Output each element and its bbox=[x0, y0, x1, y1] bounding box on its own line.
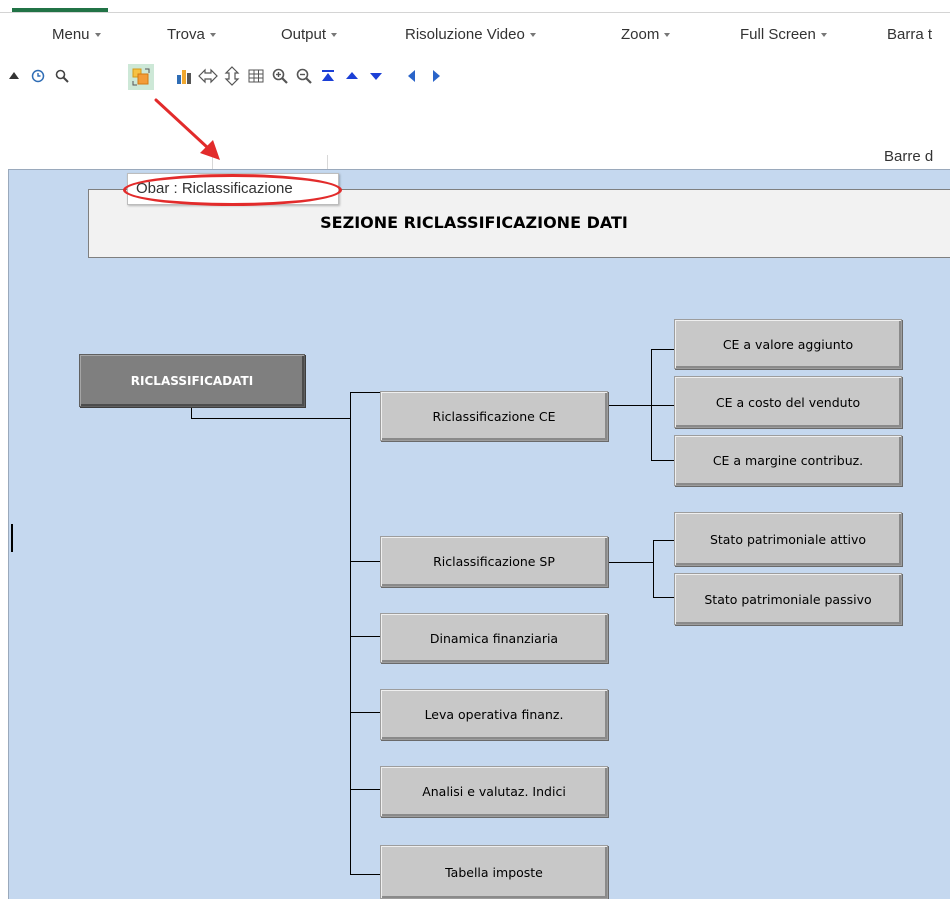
annotation-oval bbox=[123, 174, 342, 206]
connector-line bbox=[651, 405, 675, 406]
button-label: Riclassificazione SP bbox=[433, 554, 555, 569]
connector-line bbox=[350, 392, 351, 875]
ce-margine-contribuzione-button[interactable]: CE a margine contribuz. bbox=[674, 435, 902, 486]
button-label: RICLASSIFICADATI bbox=[130, 373, 254, 388]
button-label: CE a valore aggiunto bbox=[722, 336, 854, 352]
button-label: CE a costo del venduto bbox=[715, 394, 861, 410]
triangle-up-icon[interactable] bbox=[2, 64, 26, 88]
connector-line bbox=[608, 562, 654, 563]
connector-line bbox=[350, 561, 381, 562]
expand-horizontal-icon[interactable] bbox=[196, 64, 220, 88]
connector-line bbox=[350, 874, 381, 875]
section-title-text: SEZIONE RICLASSIFICAZIONE DATI bbox=[320, 213, 628, 232]
connector-line bbox=[350, 392, 381, 393]
arrow-down-icon[interactable] bbox=[364, 64, 388, 88]
button-label: Riclassificazione CE bbox=[432, 408, 556, 424]
connector-line bbox=[350, 789, 381, 790]
riclassifica-dati-button[interactable]: RICLASSIFICADATI bbox=[79, 354, 305, 407]
ribbon-group-label: Barre d bbox=[884, 148, 934, 165]
connector-line bbox=[350, 712, 381, 713]
worksheet-border bbox=[8, 169, 950, 170]
menu-dropdown-menu[interactable]: Menu bbox=[52, 26, 101, 43]
connector-line bbox=[191, 418, 351, 419]
magnifier-icon[interactable] bbox=[50, 64, 74, 88]
connector-line bbox=[653, 540, 675, 541]
button-label: Tabella imposte bbox=[445, 864, 543, 880]
ribbon-divider bbox=[0, 12, 950, 13]
button-label: Stato patrimoniale passivo bbox=[704, 591, 872, 607]
menu-label: Barra t bbox=[887, 26, 933, 43]
connector-line bbox=[651, 349, 675, 350]
menu-label: Full Screen bbox=[740, 26, 816, 43]
zoom-out-icon[interactable] bbox=[292, 64, 316, 88]
arrow-up-icon[interactable] bbox=[340, 64, 364, 88]
menu-dropdown-output[interactable]: Output bbox=[281, 26, 338, 43]
ribbon-separator bbox=[212, 155, 213, 169]
button-label: Dinamica finanziaria bbox=[429, 630, 559, 646]
sp-passivo-button[interactable]: Stato patrimoniale passivo bbox=[674, 573, 902, 625]
tabella-imposte-button[interactable]: Tabella imposte bbox=[380, 845, 608, 899]
chevron-down-icon bbox=[209, 33, 216, 38]
connector-line bbox=[350, 636, 381, 637]
leva-operativa-button[interactable]: Leva operativa finanz. bbox=[380, 689, 608, 740]
menu-label: Menu bbox=[52, 26, 90, 43]
chevron-down-icon bbox=[820, 33, 827, 38]
sp-attivo-button[interactable]: Stato patrimoniale attivo bbox=[674, 512, 902, 566]
arrow-right-icon[interactable] bbox=[424, 64, 448, 88]
ce-valore-aggiunto-button[interactable]: CE a valore aggiunto bbox=[674, 319, 902, 369]
zoom-in-icon[interactable] bbox=[268, 64, 292, 88]
connector-line bbox=[651, 460, 675, 461]
menu-label: Zoom bbox=[621, 26, 660, 43]
button-label: Stato patrimoniale attivo bbox=[709, 531, 867, 547]
button-label: Leva operativa finanz. bbox=[424, 707, 564, 722]
chevron-down-icon bbox=[664, 33, 671, 38]
arrow-left-icon[interactable] bbox=[400, 64, 424, 88]
menu-dropdown-risoluzione-video[interactable]: Risoluzione Video bbox=[405, 26, 536, 43]
chevron-down-icon bbox=[94, 33, 101, 38]
button-label: CE a margine contribuz. bbox=[712, 453, 864, 468]
expand-vertical-icon[interactable] bbox=[220, 64, 244, 88]
menu-label: Risoluzione Video bbox=[405, 26, 525, 43]
button-label: Analisi e valutaz. Indici bbox=[422, 784, 566, 799]
clock-icon[interactable] bbox=[26, 64, 50, 88]
ribbon-separator bbox=[327, 155, 328, 169]
menu-dropdown-zoom[interactable]: Zoom bbox=[621, 26, 671, 43]
riclassificazione-sp-button[interactable]: Riclassificazione SP bbox=[380, 536, 608, 587]
analisi-indici-button[interactable]: Analisi e valutaz. Indici bbox=[380, 766, 608, 817]
connector-line bbox=[653, 597, 675, 598]
bar-chart-icon[interactable] bbox=[172, 64, 196, 88]
chevron-down-icon bbox=[529, 33, 536, 38]
objects-icon[interactable] bbox=[128, 64, 154, 90]
chevron-down-icon bbox=[331, 33, 338, 38]
menu-label: Trova bbox=[167, 26, 205, 43]
dinamica-finanziaria-button[interactable]: Dinamica finanziaria bbox=[380, 613, 608, 663]
riclassificazione-ce-button[interactable]: Riclassificazione CE bbox=[380, 391, 608, 441]
text-cursor-mark bbox=[11, 524, 13, 552]
menu-dropdown-full-screen[interactable]: Full Screen bbox=[740, 26, 827, 43]
menu-label: Output bbox=[281, 26, 327, 43]
connector-line bbox=[653, 540, 654, 598]
table-icon[interactable] bbox=[244, 64, 268, 88]
ce-costo-venduto-button[interactable]: CE a costo del venduto bbox=[674, 376, 902, 428]
menu-dropdown-trova[interactable]: Trova bbox=[167, 26, 216, 43]
section-title: SEZIONE RICLASSIFICAZIONE DATI bbox=[88, 213, 950, 232]
go-to-top-icon[interactable] bbox=[316, 64, 340, 88]
menu-dropdown-barra[interactable]: Barra t bbox=[887, 26, 932, 43]
connector-line bbox=[608, 405, 652, 406]
